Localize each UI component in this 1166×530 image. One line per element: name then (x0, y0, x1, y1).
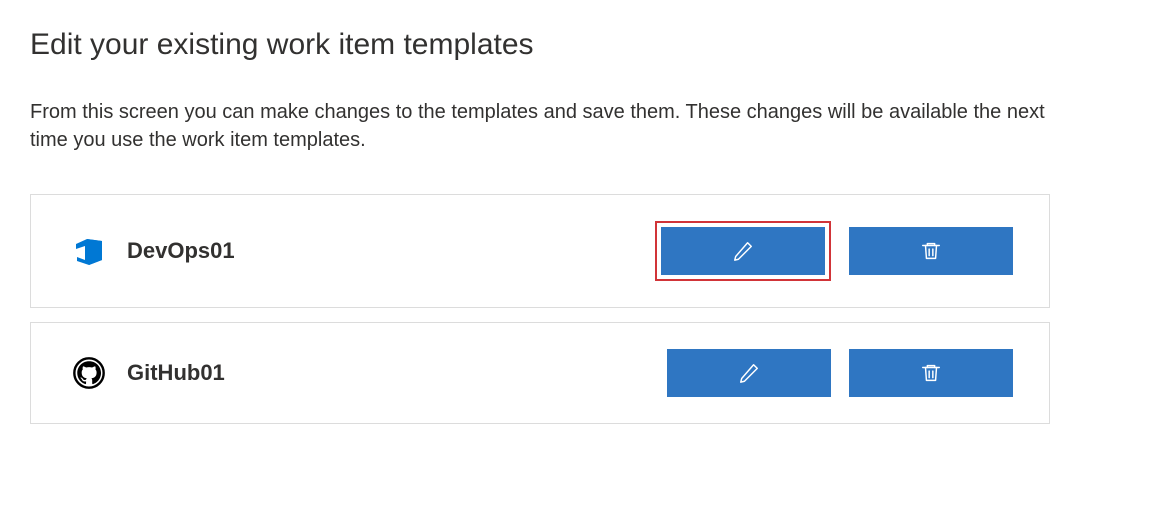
edit-button[interactable] (667, 349, 831, 397)
template-list: DevOps01 (30, 194, 1050, 424)
page-description: From this screen you can make changes to… (30, 98, 1050, 154)
template-row: DevOps01 (30, 194, 1050, 308)
delete-button[interactable] (849, 227, 1013, 275)
template-left: GitHub01 (73, 357, 225, 389)
template-name: GitHub01 (127, 360, 225, 386)
template-left: DevOps01 (73, 235, 235, 267)
template-actions (667, 349, 1013, 397)
pencil-icon (738, 362, 760, 384)
template-row: GitHub01 (30, 322, 1050, 424)
edit-button[interactable] (661, 227, 825, 275)
page-title: Edit your existing work item templates (30, 28, 1136, 62)
github-icon (73, 357, 105, 389)
trash-icon (920, 362, 942, 384)
delete-button[interactable] (849, 349, 1013, 397)
template-name: DevOps01 (127, 238, 235, 264)
trash-icon (920, 240, 942, 262)
edit-highlight-frame (655, 221, 831, 281)
pencil-icon (732, 240, 754, 262)
template-actions (655, 221, 1013, 281)
azure-devops-icon (73, 235, 105, 267)
